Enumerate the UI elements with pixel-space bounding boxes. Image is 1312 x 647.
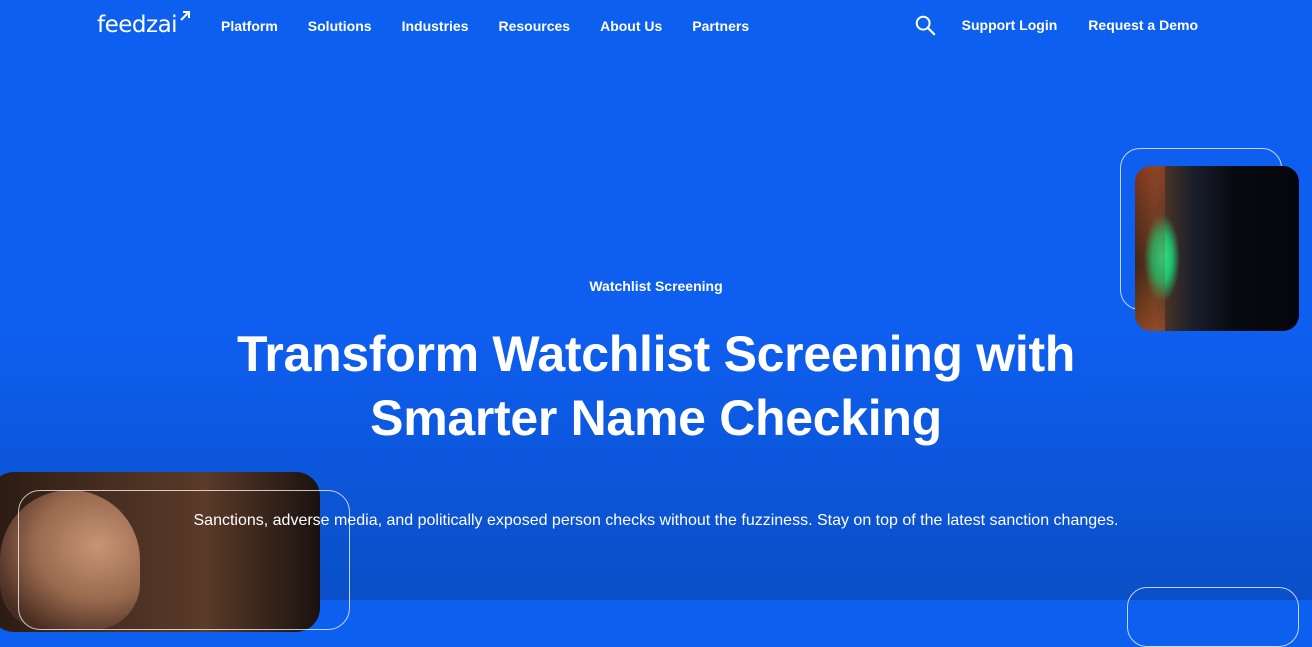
nav-item-resources[interactable]: Resources — [498, 18, 570, 34]
support-login-link[interactable]: Support Login — [962, 17, 1058, 33]
nav-item-solutions[interactable]: Solutions — [308, 18, 372, 34]
headline-line-1: Transform Watchlist Screening with — [236, 326, 1076, 382]
arrow-up-right-icon — [180, 11, 190, 21]
search-icon[interactable] — [914, 14, 936, 36]
nav-actions: Support Login Request a Demo — [914, 14, 1198, 36]
nav-item-partners[interactable]: Partners — [692, 18, 749, 34]
hero-subtitle: Sanctions, adverse media, and politicall… — [193, 512, 1119, 529]
nav-item-platform[interactable]: Platform — [221, 18, 278, 34]
top-navigation: feedzai Platform Solutions Industries Re… — [0, 0, 1312, 52]
nav-item-about-us[interactable]: About Us — [600, 18, 662, 34]
nav-item-industries[interactable]: Industries — [402, 18, 469, 34]
decorative-outline-frame — [18, 490, 350, 630]
hero-eyebrow: Watchlist Screening — [589, 278, 723, 294]
hero-image-top-right — [1135, 166, 1299, 331]
feedzai-logo[interactable]: feedzai — [97, 11, 190, 42]
logo-text: feedzai — [97, 12, 178, 38]
hero-headline: Transform Watchlist Screening with Smart… — [156, 322, 1156, 450]
main-menu: Platform Solutions Industries Resources … — [221, 18, 779, 34]
decorative-outline-frame — [1127, 587, 1299, 647]
request-demo-link[interactable]: Request a Demo — [1088, 17, 1198, 33]
headline-line-2: Smarter Name Checking — [370, 390, 942, 446]
